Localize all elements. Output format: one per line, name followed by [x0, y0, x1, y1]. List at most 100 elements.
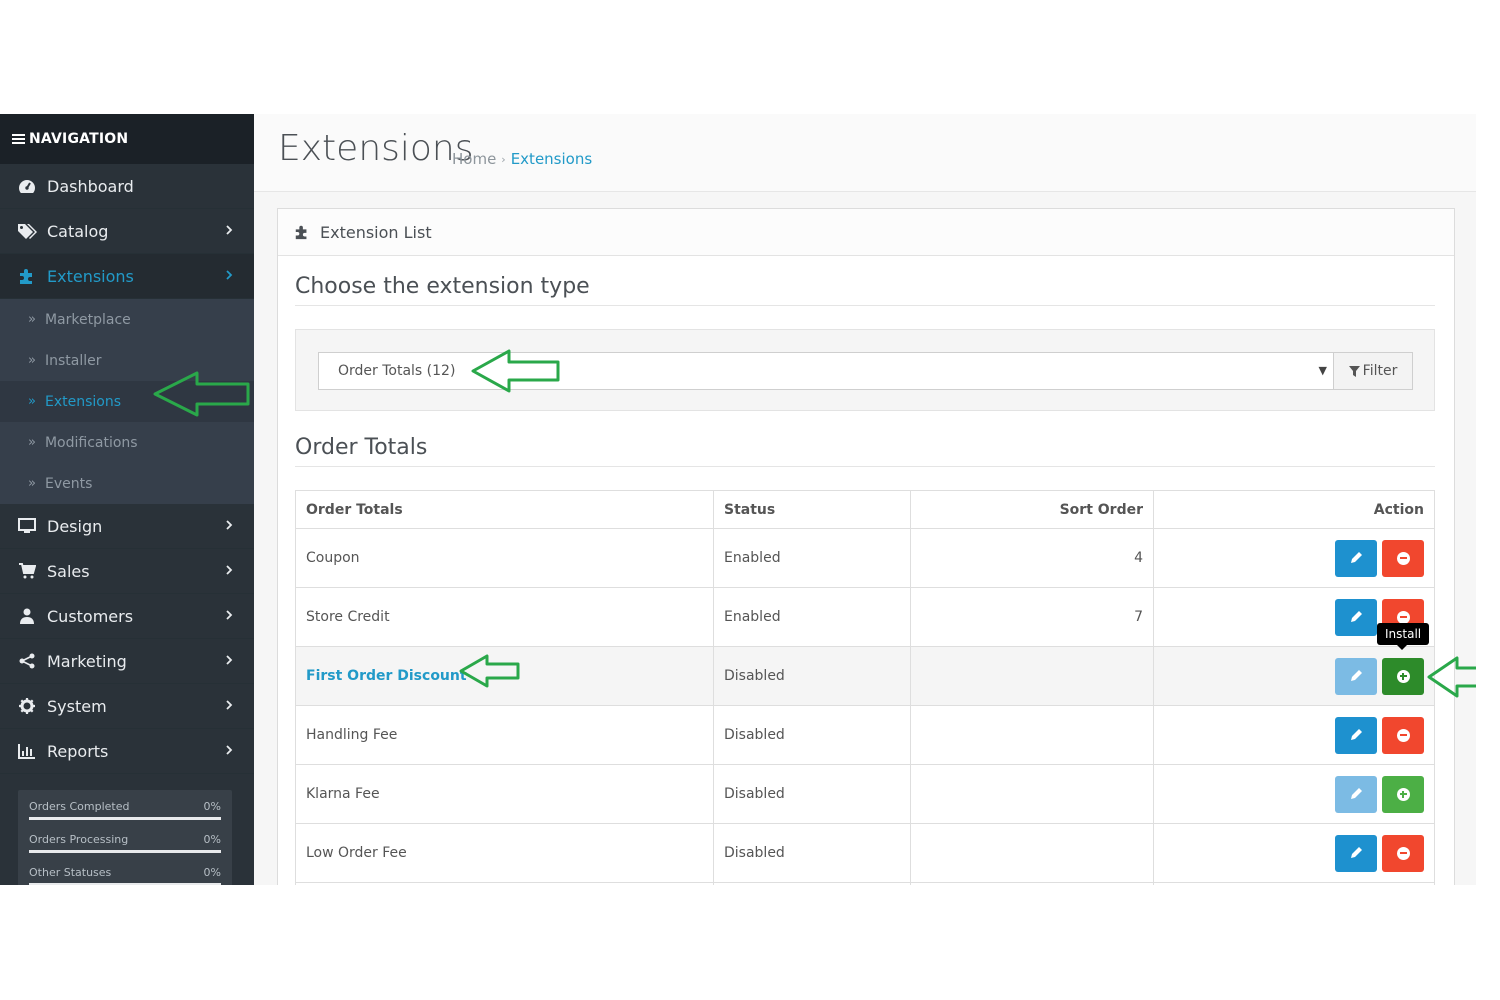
- stat-orders-completed: Orders Completed 0%: [29, 800, 221, 820]
- column-header-status[interactable]: Status: [713, 490, 911, 529]
- stat-value: 0%: [203, 833, 221, 846]
- subitem-label: Events: [44, 475, 93, 492]
- cell-status: Disabled: [713, 705, 911, 765]
- table-row: Handling Fee Disabled: [295, 705, 1435, 765]
- install-button[interactable]: [1382, 775, 1424, 813]
- subitem-label: Modifications: [44, 434, 138, 451]
- minus-circle-icon: [1396, 728, 1410, 742]
- double-chevron-icon: »: [28, 312, 36, 327]
- install-tooltip: Install: [1377, 623, 1430, 650]
- sidebar-subitem-modifications[interactable]: » Modifications: [0, 422, 254, 463]
- panel-title: Extension List: [320, 222, 432, 242]
- double-chevron-icon: »: [28, 476, 36, 491]
- sidebar-subitem-events[interactable]: » Events: [0, 463, 254, 504]
- chevron-right-icon: [226, 610, 233, 620]
- uninstall-button[interactable]: [1382, 834, 1424, 872]
- cell-status: Disabled: [713, 646, 911, 706]
- cell-action: [1153, 705, 1435, 765]
- stat-orders-processing: Orders Processing 0%: [29, 833, 221, 853]
- chevron-right-icon: [226, 270, 233, 280]
- filter-label: Filter: [1362, 363, 1398, 379]
- user-icon: [17, 606, 37, 626]
- double-chevron-icon: »: [28, 394, 36, 409]
- breadcrumb-separator-icon: ›: [501, 152, 506, 166]
- sidebar-item-design[interactable]: Design: [0, 504, 254, 549]
- sidebar-item-label: Sales: [47, 561, 90, 581]
- sidebar-subitem-marketplace[interactable]: » Marketplace: [0, 299, 254, 340]
- cell-name: [295, 882, 714, 885]
- sidebar-item-reports[interactable]: Reports: [0, 729, 254, 774]
- cell-action: [1153, 528, 1435, 588]
- column-header-action: Action: [1153, 490, 1435, 529]
- sidebar-item-label: Design: [47, 516, 103, 536]
- table-row: Klarna Fee Disabled: [295, 764, 1435, 824]
- breadcrumb-extensions[interactable]: Extensions: [511, 150, 592, 168]
- cell-action: [1153, 823, 1435, 883]
- stat-other-statuses: Other Statuses 0%: [29, 866, 221, 885]
- uninstall-button[interactable]: [1382, 716, 1424, 754]
- stat-progress-bar: [29, 883, 221, 885]
- column-header-order-totals[interactable]: Order Totals: [295, 490, 714, 529]
- nav-header[interactable]: NAVIGATION: [0, 114, 254, 164]
- cell-name: Klarna Fee: [295, 764, 714, 824]
- stat-value: 0%: [203, 800, 221, 813]
- minus-circle-icon: [1396, 610, 1410, 624]
- uninstall-button[interactable]: [1382, 539, 1424, 577]
- stat-label: Orders Completed: [29, 800, 130, 813]
- cell-name: Handling Fee: [295, 705, 714, 765]
- cell-status: Disabled: [713, 764, 911, 824]
- dashboard-icon: [17, 176, 37, 196]
- page-title: Extensions: [278, 128, 474, 169]
- sidebar-item-catalog[interactable]: Catalog: [0, 209, 254, 254]
- sidebar-item-system[interactable]: System: [0, 684, 254, 729]
- dropdown-caret-icon: ▼: [1318, 364, 1327, 377]
- subitem-label: Marketplace: [44, 311, 131, 328]
- cell-status: [713, 882, 911, 885]
- install-button[interactable]: [1382, 657, 1424, 695]
- cell-status: Enabled: [713, 587, 911, 647]
- sidebar-item-sales[interactable]: Sales: [0, 549, 254, 594]
- table-row: Low Order Fee Disabled: [295, 823, 1435, 883]
- sidebar-item-label: Extensions: [47, 266, 134, 286]
- annotation-arrow-left-icon: [153, 371, 250, 417]
- cell-name: Low Order Fee: [295, 823, 714, 883]
- sidebar-item-label: Catalog: [47, 221, 109, 241]
- edit-button[interactable]: [1335, 716, 1377, 754]
- subitem-label: Installer: [44, 352, 102, 369]
- plus-circle-icon: [1396, 669, 1410, 683]
- sidebar-item-marketing[interactable]: Marketing: [0, 639, 254, 684]
- breadcrumb-home[interactable]: Home: [452, 150, 496, 168]
- cell-sort-order: [910, 764, 1154, 824]
- filter-button[interactable]: Filter: [1333, 352, 1413, 390]
- chevron-right-icon: [226, 700, 233, 710]
- edit-button[interactable]: [1335, 657, 1377, 695]
- sidebar-item-customers[interactable]: Customers: [0, 594, 254, 639]
- pencil-icon: [1351, 788, 1362, 799]
- edit-button[interactable]: [1335, 598, 1377, 636]
- annotation-arrow-left-icon: [471, 349, 560, 393]
- cell-name: Coupon: [295, 528, 714, 588]
- chevron-right-icon: [226, 565, 233, 575]
- plus-circle-icon: [1396, 787, 1410, 801]
- breadcrumb: Home › Extensions: [452, 150, 592, 168]
- cell-status: Enabled: [713, 528, 911, 588]
- extension-link[interactable]: First Order Discount: [306, 668, 467, 684]
- pencil-icon: [1351, 847, 1362, 858]
- chevron-right-icon: [226, 745, 233, 755]
- puzzle-icon: [17, 266, 37, 286]
- cell-sort-order: 7: [910, 587, 1154, 647]
- chevron-right-icon: [226, 225, 233, 235]
- cell-status: Disabled: [713, 823, 911, 883]
- pencil-icon: [1351, 670, 1362, 681]
- sidebar-item-extensions[interactable]: Extensions: [0, 254, 254, 299]
- table-row: Store Credit Enabled 7: [295, 587, 1435, 647]
- sidebar-item-dashboard[interactable]: Dashboard: [0, 164, 254, 209]
- minus-circle-icon: [1396, 846, 1410, 860]
- edit-button[interactable]: [1335, 539, 1377, 577]
- edit-button[interactable]: [1335, 834, 1377, 872]
- annotation-arrow-left-icon: [459, 654, 520, 688]
- annotation-arrow-left-icon: [1427, 656, 1476, 698]
- column-header-sort-order[interactable]: Sort Order: [910, 490, 1154, 529]
- extension-list-panel: Extension List Choose the extension type…: [277, 208, 1455, 885]
- edit-button[interactable]: [1335, 775, 1377, 813]
